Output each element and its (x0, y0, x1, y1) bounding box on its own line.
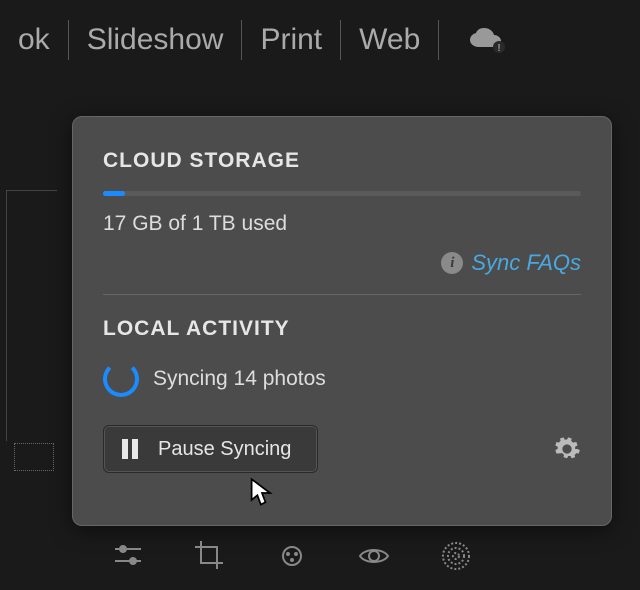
tab-print[interactable]: Print (242, 23, 340, 57)
storage-usage-text: 17 GB of 1 TB used (103, 212, 581, 236)
sliders-tool-icon[interactable] (110, 538, 146, 574)
divider (103, 294, 581, 295)
pause-icon (122, 439, 138, 459)
radial-tool-icon[interactable] (438, 538, 474, 574)
toolstrip (110, 538, 474, 574)
crop-tool-icon[interactable] (192, 538, 228, 574)
tab-slideshow[interactable]: Slideshow (69, 23, 242, 57)
sync-spinner-icon (103, 361, 139, 397)
sync-faqs-link[interactable]: Sync FAQs (471, 250, 581, 276)
info-icon: i (441, 252, 463, 274)
cloud-sync-popover: CLOUD STORAGE 17 GB of 1 TB used i Sync … (72, 116, 612, 526)
pause-syncing-button[interactable]: Pause Syncing (103, 425, 318, 473)
tab-separator (438, 20, 439, 60)
storage-progress-fill (103, 191, 125, 196)
gear-icon[interactable] (553, 435, 581, 463)
tab-book[interactable]: ok (0, 23, 68, 57)
cloud-storage-heading: CLOUD STORAGE (103, 149, 581, 173)
sync-status-text: Syncing 14 photos (153, 367, 326, 391)
redeye-tool-icon[interactable] (356, 538, 392, 574)
healing-tool-icon[interactable] (274, 538, 310, 574)
cloud-sync-icon[interactable]: ! (467, 27, 507, 53)
tab-web[interactable]: Web (341, 23, 438, 57)
left-panel-edge (6, 190, 57, 441)
thumbnail-placeholder (14, 443, 54, 471)
svg-text:!: ! (498, 43, 501, 53)
pause-button-label: Pause Syncing (158, 438, 291, 461)
storage-progress-bar (103, 191, 581, 196)
local-activity-heading: LOCAL ACTIVITY (103, 317, 581, 341)
